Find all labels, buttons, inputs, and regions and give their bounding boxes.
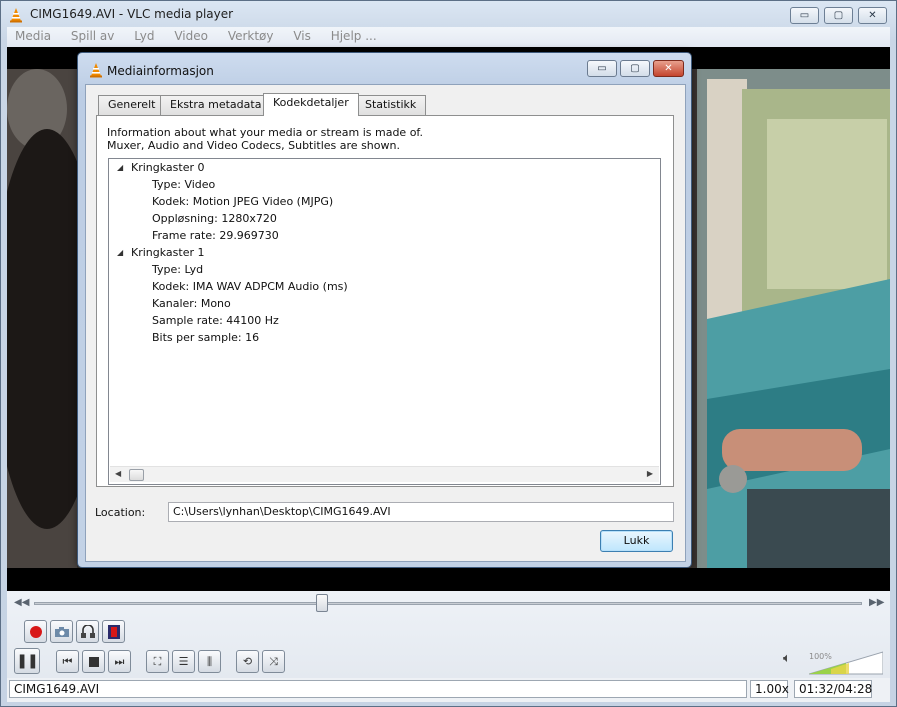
tree-item[interactable]: Type: Lyd <box>152 263 203 276</box>
scroll-left-icon[interactable]: ◀ <box>115 469 121 478</box>
stop-button[interactable] <box>82 650 105 673</box>
extended-settings-button[interactable]: ⫼ <box>198 650 221 673</box>
seek-back-icon[interactable]: ◀◀ <box>14 597 29 608</box>
record-button[interactable] <box>24 620 47 643</box>
seek-forward-icon[interactable]: ▶▶ <box>869 597 884 608</box>
time-display[interactable]: 01:32/04:28 <box>794 680 872 698</box>
menu-help[interactable]: Hjelp ... <box>315 27 377 43</box>
menu-audio[interactable]: Lyd <box>118 27 154 43</box>
close-dialog-button[interactable]: Lukk <box>600 530 673 552</box>
frame-by-frame-button[interactable] <box>102 620 125 643</box>
speaker-icon[interactable]: 🔈︎ <box>783 651 791 666</box>
dialog-maximize-button[interactable]: ▢ <box>620 60 650 77</box>
dialog-title: Mediainformasjon <box>107 64 214 78</box>
volume-percent: 100% <box>809 652 832 661</box>
location-label: Location: <box>95 506 146 519</box>
tree-item[interactable]: Frame rate: 29.969730 <box>152 229 279 242</box>
shuffle-icon: ⤨ <box>269 654 278 668</box>
scrollbar-thumb[interactable] <box>129 469 144 481</box>
expand-arrow-icon[interactable]: ◢ <box>117 163 123 172</box>
horizontal-scrollbar[interactable]: ◀ ▶ <box>110 466 659 482</box>
previous-icon: ⏮ <box>62 654 73 668</box>
tree-item[interactable]: Kanaler: Mono <box>152 297 231 310</box>
snapshot-button[interactable] <box>50 620 73 643</box>
tree-item[interactable]: Oppløsning: 1280x720 <box>152 212 277 225</box>
info-line-2: Muxer, Audio and Video Codecs, Subtitles… <box>107 139 400 152</box>
tab-general[interactable]: Generelt <box>98 95 166 115</box>
menu-playback[interactable]: Spill av <box>55 27 115 43</box>
dialog-body: Generelt Ekstra metadata Kodekdetaljer S… <box>85 84 686 562</box>
playback-controls: ◀◀ ▶▶ ❚❚ ⏮ ⏭ ⛶ ☰ ⫼ ⟲ ⤨ 🔈︎ 100% <box>7 591 890 678</box>
dialog-close-button[interactable]: ✕ <box>653 60 684 77</box>
camera-icon <box>54 626 69 637</box>
menu-bar: Media Spill av Lyd Video Verktøy Vis Hje… <box>7 27 890 47</box>
shuffle-button[interactable]: ⤨ <box>262 650 285 673</box>
maximize-button[interactable]: ▢ <box>824 7 853 24</box>
vlc-cone-icon <box>10 8 22 23</box>
previous-button[interactable]: ⏮ <box>56 650 79 673</box>
dialog-minimize-button[interactable]: ▭ <box>587 60 617 77</box>
pause-button[interactable]: ❚❚ <box>14 648 40 674</box>
record-icon <box>29 625 42 638</box>
repeat-icon: ⟲ <box>242 655 253 668</box>
codec-info-text: Information about what your media or str… <box>107 126 423 152</box>
seek-bar[interactable] <box>34 602 862 605</box>
ab-loop-icon <box>80 624 95 638</box>
fullscreen-icon: ⛶ <box>153 654 162 668</box>
playlist-icon: ☰ <box>178 655 189 668</box>
tree-item[interactable]: Sample rate: 44100 Hz <box>152 314 279 327</box>
loop-ab-button[interactable] <box>76 620 99 643</box>
menu-tools[interactable]: Verktøy <box>212 27 274 43</box>
next-icon: ⏭ <box>114 654 125 668</box>
codec-details-panel: Information about what your media or str… <box>96 115 674 487</box>
expand-arrow-icon[interactable]: ◢ <box>117 248 123 257</box>
playback-speed[interactable]: 1.00x <box>750 680 789 698</box>
fullscreen-button[interactable]: ⛶ <box>146 650 169 673</box>
next-button[interactable]: ⏭ <box>108 650 131 673</box>
tree-item[interactable]: Kodek: Motion JPEG Video (MJPG) <box>152 195 333 208</box>
minimize-button[interactable]: ▭ <box>790 7 819 24</box>
tab-codec-details[interactable]: Kodekdetaljer <box>263 93 359 116</box>
tab-statistics[interactable]: Statistikk <box>355 95 427 115</box>
menu-video[interactable]: Video <box>158 27 208 43</box>
tree-item[interactable]: Kodek: IMA WAV ADPCM Audio (ms) <box>152 280 348 293</box>
status-bar: CIMG1649.AVI 1.00x 01:32/04:28 <box>7 678 890 702</box>
status-filename: CIMG1649.AVI <box>9 680 747 698</box>
tree-stream-0[interactable]: Kringkaster 0 <box>131 161 205 174</box>
loop-button[interactable]: ⟲ <box>236 650 259 673</box>
pause-icon: ❚❚ <box>16 653 38 669</box>
info-line-1: Information about what your media or str… <box>107 126 423 139</box>
close-window-button[interactable]: ✕ <box>858 7 887 24</box>
stop-icon <box>88 656 99 667</box>
location-field[interactable]: C:\Users\lynhan\Desktop\CIMG1649.AVI <box>168 502 674 522</box>
scroll-right-icon[interactable]: ▶ <box>647 469 653 478</box>
seek-handle[interactable] <box>316 594 329 612</box>
media-information-dialog: Mediainformasjon ▭ ▢ ✕ Generelt Ekstra m… <box>77 52 692 568</box>
vlc-cone-icon <box>90 63 102 78</box>
menu-view[interactable]: Vis <box>277 27 311 43</box>
playlist-button[interactable]: ☰ <box>172 650 195 673</box>
film-frame-icon <box>107 624 120 639</box>
tree-item[interactable]: Bits per sample: 16 <box>152 331 259 344</box>
window-title: CIMG1649.AVI - VLC media player <box>30 7 234 21</box>
menu-media[interactable]: Media <box>7 27 51 43</box>
tab-extra-metadata[interactable]: Ekstra metadata <box>160 95 272 115</box>
codec-tree[interactable]: ◢ Kringkaster 0 Type: Video Kodek: Motio… <box>108 158 661 485</box>
title-bar: CIMG1649.AVI - VLC media player ▭ ▢ ✕ <box>1 1 896 27</box>
equalizer-icon: ⫼ <box>206 654 213 668</box>
tree-item[interactable]: Type: Video <box>152 178 215 191</box>
tree-stream-1[interactable]: Kringkaster 1 <box>131 246 205 259</box>
